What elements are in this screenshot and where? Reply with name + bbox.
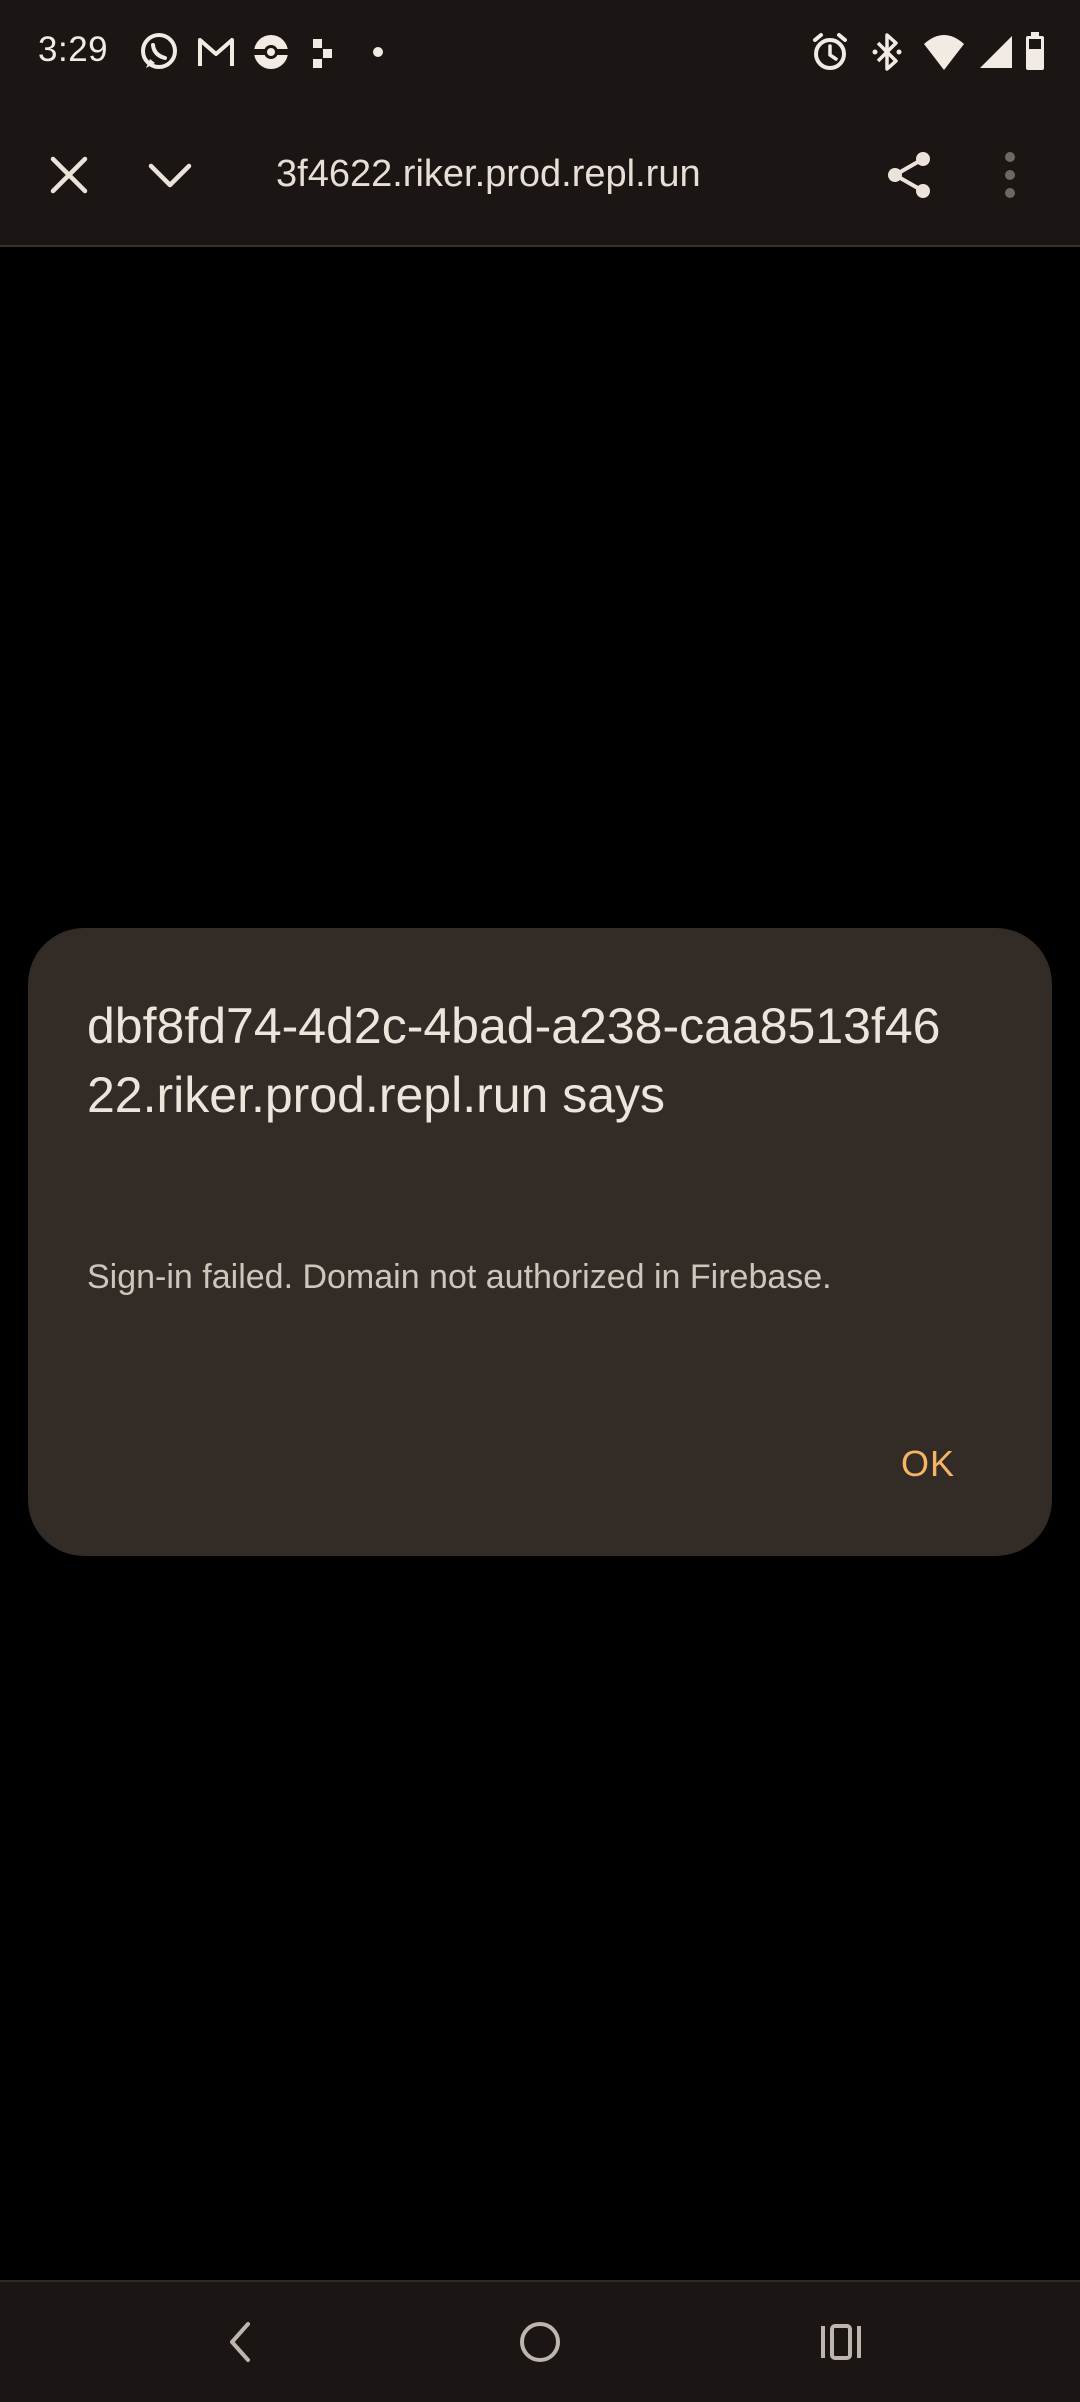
status-time: 3:29	[38, 30, 109, 69]
back-icon	[230, 2322, 250, 2362]
battery-icon	[1026, 32, 1044, 70]
back-button[interactable]	[198, 2300, 282, 2384]
close-button[interactable]	[33, 139, 105, 211]
dots-app-icon	[313, 39, 332, 68]
home-button[interactable]	[498, 2300, 582, 2384]
more-options-button[interactable]	[974, 139, 1046, 211]
ok-button[interactable]: OK	[848, 1428, 1008, 1500]
signal-icon	[980, 36, 1012, 68]
whatsapp-icon	[141, 33, 177, 69]
pokeball-icon	[254, 35, 288, 69]
browser-toolbar: 3f4622.riker.prod.repl.run	[0, 105, 1080, 247]
more-vert-icon	[1005, 152, 1015, 198]
recents-icon	[821, 2324, 861, 2360]
status-bar: 3:29	[0, 0, 1080, 105]
wifi-icon	[924, 35, 964, 70]
gmail-icon	[198, 38, 234, 66]
share-button[interactable]	[873, 139, 945, 211]
notification-dot-icon	[373, 47, 383, 57]
alert-dialog: dbf8fd74-4d2c-4bad-a238-caa8513f4622.rik…	[28, 928, 1052, 1556]
minimize-button[interactable]	[134, 139, 206, 211]
dialog-message: Sign-in failed. Domain not authorized in…	[87, 1258, 832, 1296]
dialog-title: dbf8fd74-4d2c-4bad-a238-caa8513f4622.rik…	[87, 998, 941, 1123]
share-icon	[888, 152, 930, 198]
url-text[interactable]: 3f4622.riker.prod.repl.run	[276, 153, 701, 196]
bluetooth-icon	[872, 33, 902, 71]
chevron-down-icon	[148, 163, 192, 188]
alarm-icon	[813, 33, 847, 70]
close-icon	[50, 156, 88, 194]
home-icon	[520, 2322, 560, 2362]
recents-button[interactable]	[799, 2300, 883, 2384]
navigation-bar	[0, 2280, 1080, 2402]
